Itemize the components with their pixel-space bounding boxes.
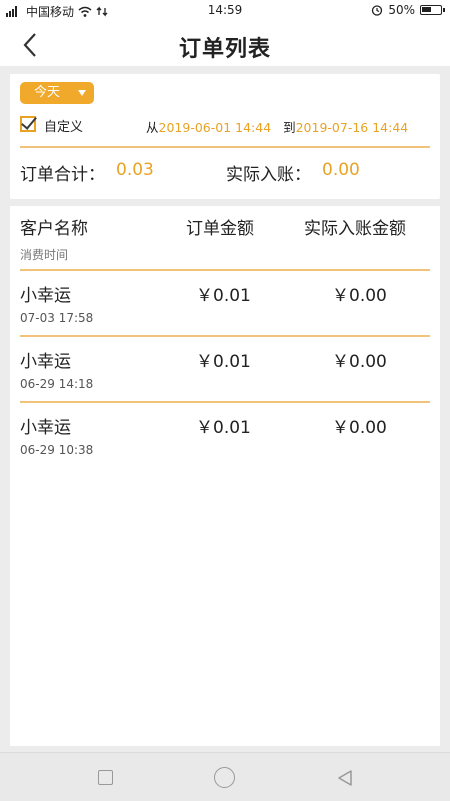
received-amount: ￥0.00 — [332, 418, 387, 438]
from-date[interactable]: 2019-06-01 14:44 — [159, 120, 272, 135]
period-dropdown[interactable]: 今天 — [20, 82, 94, 104]
received-amount: ￥0.00 — [332, 286, 387, 306]
to-label: 到 — [283, 120, 296, 135]
customer-name: 小幸运 — [20, 286, 71, 306]
home-button[interactable] — [214, 767, 235, 788]
divider — [20, 146, 430, 148]
order-total-value: 0.03 — [116, 160, 154, 180]
header-order-amount: 订单金额 — [186, 219, 254, 239]
received-amount: ￥0.00 — [332, 352, 387, 372]
order-amount: ￥0.01 — [196, 418, 251, 438]
status-right: 50% — [371, 3, 445, 17]
check-icon — [21, 113, 37, 130]
date-range: 从2019-06-01 14:44 到2019-07-16 14:44 — [146, 117, 408, 136]
order-list-card: 客户名称 订单金额 实际入账金额 消费时间 小幸运 07-03 17:58 ￥0… — [10, 206, 440, 746]
status-bar: 中国移动 14:59 50% — [0, 0, 450, 22]
page-title: 订单列表 — [178, 37, 271, 62]
battery-icon — [420, 5, 445, 15]
nav-bar: 订单列表 — [0, 22, 450, 66]
order-time: 07-03 17:58 — [20, 311, 94, 325]
period-dropdown-label: 今天 — [34, 85, 61, 100]
header-customer: 客户名称 — [20, 219, 88, 239]
order-time: 06-29 14:18 — [20, 377, 94, 391]
table-row[interactable]: 小幸运 07-03 17:58 ￥0.01 ￥0.00 — [10, 271, 440, 335]
to-date[interactable]: 2019-07-16 14:44 — [296, 120, 409, 135]
order-amount: ￥0.01 — [196, 352, 251, 372]
order-total-label: 订单合计： — [20, 165, 105, 185]
from-label: 从 — [146, 120, 159, 135]
custom-label: 自定义 — [44, 120, 84, 135]
back-triangle-icon[interactable] — [336, 769, 354, 787]
recents-button[interactable] — [98, 770, 113, 785]
totals-row: 订单合计： 0.03 实际入账： 0.00 — [20, 160, 430, 186]
filter-card: 今天 自定义 从2019-06-01 14:44 到2019-07-16 14:… — [10, 74, 440, 199]
battery-percent: 50% — [388, 3, 415, 17]
caret-down-icon — [78, 90, 86, 96]
customer-name: 小幸运 — [20, 352, 71, 372]
custom-checkbox[interactable] — [20, 113, 37, 132]
table-row[interactable]: 小幸运 06-29 14:18 ￥0.01 ￥0.00 — [10, 337, 440, 401]
customer-name: 小幸运 — [20, 418, 71, 438]
custom-range-row: 自定义 从2019-06-01 14:44 到2019-07-16 14:44 — [20, 113, 430, 138]
header-received-amount: 实际入账金额 — [304, 219, 406, 239]
alarm-icon — [372, 5, 383, 16]
header-time: 消费时间 — [20, 248, 69, 262]
order-amount: ￥0.01 — [196, 286, 251, 306]
table-row[interactable]: 小幸运 06-29 10:38 ￥0.01 ￥0.00 — [10, 403, 440, 467]
order-time: 06-29 10:38 — [20, 443, 94, 457]
system-nav-bar — [0, 752, 450, 801]
received-total-value: 0.00 — [322, 160, 360, 180]
received-total-label: 实际入账： — [226, 165, 311, 185]
